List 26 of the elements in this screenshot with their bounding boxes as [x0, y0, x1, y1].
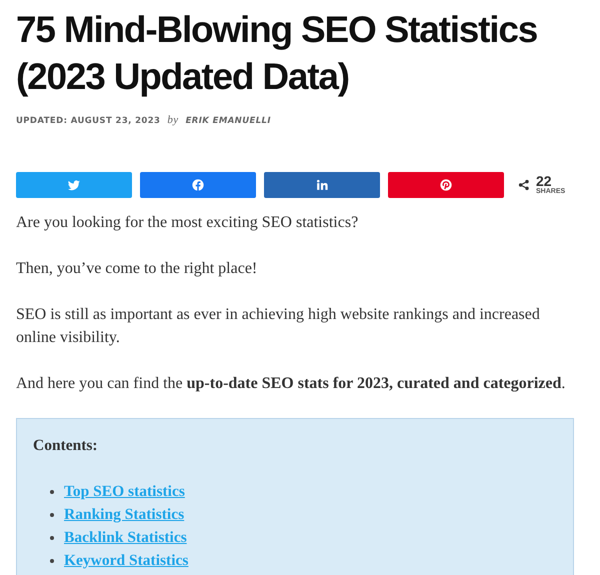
bullet-icon	[50, 490, 54, 494]
paragraph: Then, you’ve come to the right place!	[16, 259, 258, 279]
paragraph: Are you looking for the most exciting SEO statistics?	[16, 213, 360, 233]
paragraph: SEO is still as important as ever in achieving high website rankings and increased online visibility.	[16, 305, 541, 348]
article-title: 75 Mind-Blowing SEO Statistics (2023 Updated Data)	[16, 8, 538, 99]
p-circle-icon	[440, 179, 452, 191]
bullet-icon	[50, 558, 54, 562]
contents-link[interactable]: Top SEO statistics	[64, 482, 185, 500]
f-circle-icon	[192, 179, 204, 191]
bullet-icon	[50, 536, 54, 540]
share-count: 22	[536, 175, 552, 188]
paragraph: And here you can find the up-to-date SEO stats for 2023, curated and categorized.	[16, 374, 566, 394]
contents-link[interactable]: Keyword Statistics	[64, 552, 188, 570]
contents-link[interactable]: Backlink Statistics	[64, 528, 187, 546]
bullet-icon	[50, 512, 54, 516]
byline-word: by	[167, 114, 179, 126]
share-button[interactable]	[388, 172, 504, 198]
share-button[interactable]	[16, 172, 132, 198]
bird-icon	[68, 179, 80, 191]
updated-date: UPDATED: AUGUST 23, 2023	[16, 116, 160, 126]
contents-link[interactable]: Ranking Statistics	[64, 506, 184, 524]
share-icon	[518, 179, 530, 191]
contents-heading: Contents:	[33, 437, 99, 455]
in-logo-icon	[316, 179, 328, 191]
author-link[interactable]: ERIK EMANUELLI	[186, 116, 271, 126]
share-button[interactable]	[140, 172, 256, 198]
